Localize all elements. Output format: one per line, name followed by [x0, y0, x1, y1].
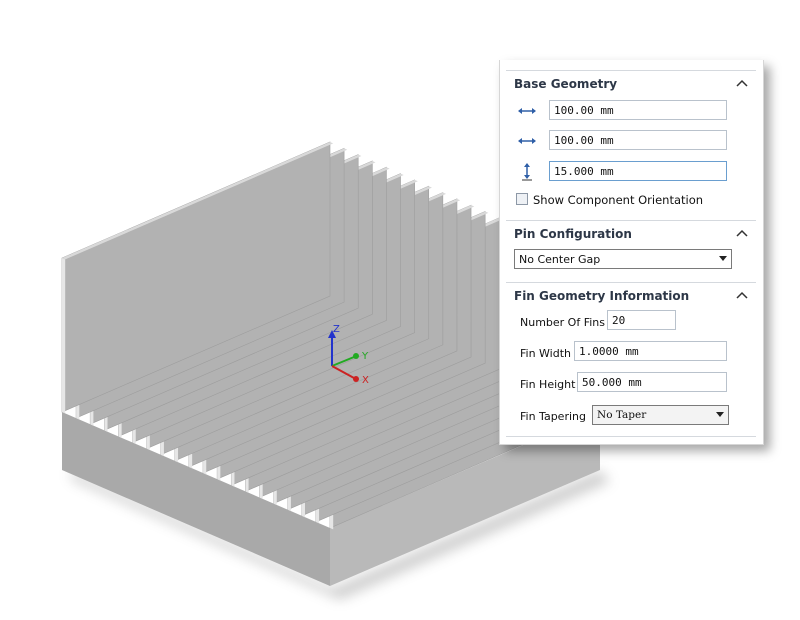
base-height-field[interactable]: 15.000 mm	[549, 161, 727, 181]
base-length-field[interactable]: 100.00 mm	[549, 100, 727, 120]
horizontal-arrow-icon	[518, 138, 536, 144]
chevron-up-icon[interactable]	[734, 288, 750, 304]
fin-tapering-value: No Taper	[597, 409, 647, 421]
horizontal-arrow-icon	[518, 108, 536, 114]
triad-z-label: Z	[333, 324, 340, 335]
base-width-field[interactable]: 100.00 mm	[549, 130, 727, 150]
vertical-arrow-icon	[522, 163, 532, 181]
divider	[506, 436, 756, 437]
dropdown-arrow-icon	[719, 256, 727, 261]
base-geometry-title: Base Geometry	[514, 77, 618, 91]
property-panel: Base Geometry 100.00 mm 100.00 mm 15.000…	[499, 60, 764, 445]
fin-width-label: Fin Width	[520, 347, 572, 360]
fin-tapering-label: Fin Tapering	[520, 410, 586, 423]
show-orientation-checkbox[interactable]	[516, 193, 528, 205]
divider	[506, 70, 756, 71]
pin-configuration-header[interactable]: Pin Configuration	[508, 224, 756, 246]
divider	[506, 220, 756, 221]
chevron-up-icon[interactable]	[734, 76, 750, 92]
fin-height-label: Fin Height	[520, 378, 576, 391]
fin-geometry-title: Fin Geometry Information	[514, 289, 690, 303]
fin-tapering-dropdown[interactable]: No Taper	[592, 405, 729, 425]
number-of-fins-label: Number Of Fins	[520, 316, 605, 329]
fin-height-field[interactable]: 50.000 mm	[577, 372, 727, 392]
dropdown-arrow-icon	[716, 412, 724, 417]
base-geometry-header[interactable]: Base Geometry	[508, 74, 756, 96]
pin-configuration-value: No Center Gap	[519, 253, 601, 266]
chevron-up-icon[interactable]	[734, 226, 750, 242]
fin-width-field[interactable]: 1.0000 mm	[574, 341, 727, 361]
pin-configuration-dropdown[interactable]: No Center Gap	[514, 249, 732, 269]
divider	[506, 282, 756, 283]
triad-y-label: Y	[361, 351, 369, 362]
fin-geometry-header[interactable]: Fin Geometry Information	[508, 286, 756, 308]
triad-x-label: X	[362, 375, 369, 386]
fin-edge	[62, 258, 66, 414]
number-of-fins-field[interactable]: 20	[607, 310, 676, 330]
pin-configuration-title: Pin Configuration	[514, 227, 632, 241]
show-orientation-label: Show Component Orientation	[533, 193, 704, 207]
